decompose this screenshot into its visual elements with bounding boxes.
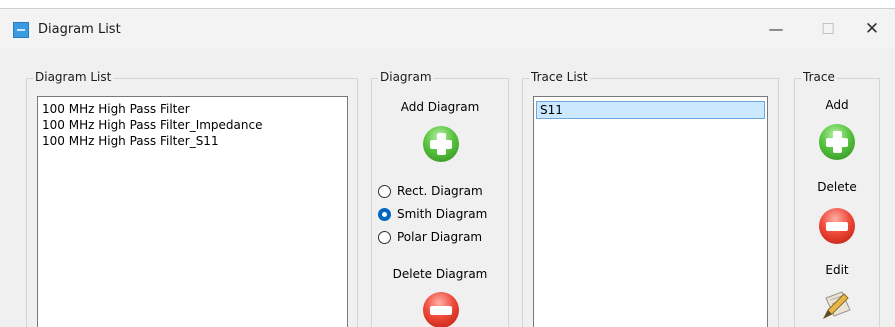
radio-off-icon [378,230,391,244]
trace-list-group: Trace List S11 [522,70,779,327]
trace-listbox[interactable]: S11 [533,96,768,327]
diagram-list-item[interactable]: 100 MHz High Pass Filter_S11 [38,133,347,149]
polar-diagram-radio[interactable]: Polar Diagram [378,229,482,245]
delete-diagram-button[interactable] [423,292,459,327]
trace-list-group-label: Trace List [529,70,590,84]
diagram-list-group: Diagram List 100 MHz High Pass Filter 10… [26,70,358,327]
polar-diagram-label: Polar Diagram [397,230,483,244]
add-diagram-button[interactable] [423,126,459,162]
radio-on-icon [378,207,391,221]
window-title: Diagram List [38,22,121,37]
delete-diagram-label: Delete Diagram [392,267,488,281]
diagram-list-item[interactable]: 100 MHz High Pass Filter_Impedance [38,117,347,133]
edit-trace-icon[interactable] [820,288,854,322]
smith-diagram-radio[interactable]: Smith Diagram [378,206,487,222]
trace-group-label: Trace [801,70,837,84]
add-diagram-label: Add Diagram [400,100,480,114]
diagram-list-item[interactable]: 100 MHz High Pass Filter [38,101,347,117]
diagram-list-window: Diagram List — ☐ ✕ Diagram List 100 MHz … [0,8,895,327]
maximize-button[interactable]: ☐ [808,15,848,43]
trace-list-item[interactable]: S11 [536,101,765,119]
diagram-group-label: Diagram [378,70,434,84]
delete-trace-label: Delete [817,180,857,194]
rect-diagram-radio[interactable]: Rect. Diagram [378,183,483,199]
diagram-listbox[interactable]: 100 MHz High Pass Filter 100 MHz High Pa… [37,96,348,327]
title-bar: Diagram List — ☐ ✕ [0,9,895,49]
trace-group: Trace Add Delete Edit [794,70,880,327]
minimize-button[interactable]: — [756,15,796,43]
close-button[interactable]: ✕ [852,15,892,43]
rect-diagram-label: Rect. Diagram [397,184,483,198]
diagram-list-group-label: Diagram List [33,70,114,84]
add-trace-label: Add [825,98,849,112]
smith-diagram-label: Smith Diagram [397,207,488,221]
radio-off-icon [378,184,391,198]
app-icon [13,22,29,38]
edit-trace-label: Edit [825,263,849,277]
add-trace-button[interactable] [819,124,855,160]
delete-trace-button[interactable] [819,208,855,244]
diagram-group: Diagram Add Diagram Rect. Diagram Smith … [371,70,509,327]
